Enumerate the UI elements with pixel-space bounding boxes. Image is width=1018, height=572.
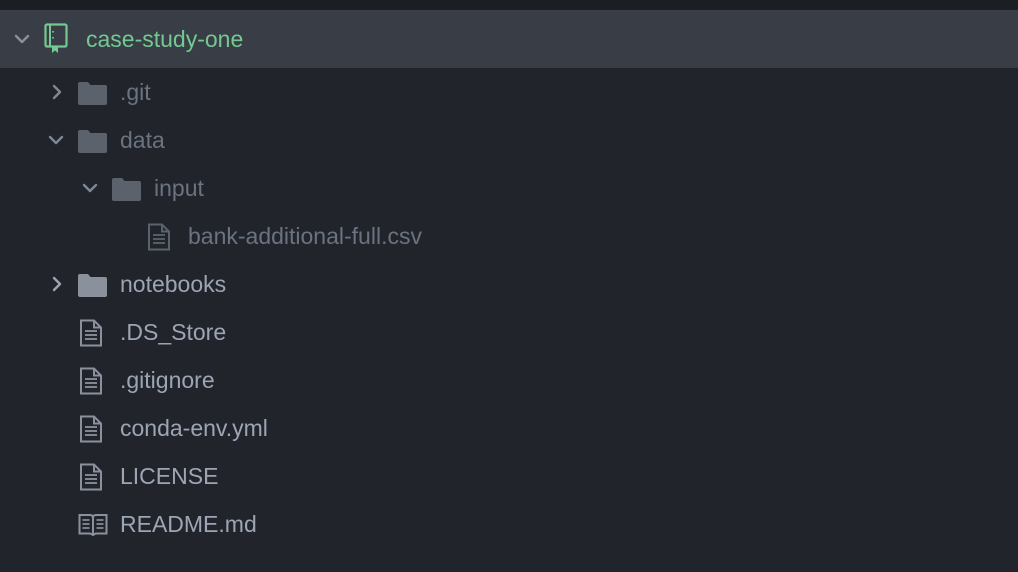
tree-item-license-file[interactable]: LICENSE (0, 452, 1018, 500)
chevron-down-icon[interactable] (47, 131, 65, 149)
book-icon (78, 513, 108, 537)
file-text-icon (147, 223, 171, 251)
tree-item-readme-file[interactable]: README.md (0, 500, 1018, 548)
file-text-icon (79, 463, 103, 491)
file-text-icon (79, 319, 103, 347)
tree-item-label: bank-additional-full.csv (188, 223, 422, 249)
tree-item-ds-store-file[interactable]: .DS_Store (0, 308, 1018, 356)
file-tree-panel: case-study-one .git data input bank-addi… (0, 0, 1018, 572)
tree-item-conda-env-file[interactable]: conda-env.yml (0, 404, 1018, 452)
chevron-right-icon[interactable] (48, 83, 66, 101)
folder-icon (78, 129, 107, 153)
tree-item-label: data (120, 127, 165, 153)
tree-item-csv-file[interactable]: bank-additional-full.csv (0, 212, 1018, 260)
tree-item-gitignore-file[interactable]: .gitignore (0, 356, 1018, 404)
panel-top-border (0, 0, 1018, 10)
file-text-icon (79, 367, 103, 395)
folder-icon (78, 273, 107, 297)
tree-item-label: .gitignore (120, 367, 215, 393)
tree-item-label: notebooks (120, 271, 227, 297)
tree-item-project-root[interactable]: case-study-one (0, 10, 1018, 68)
repo-book-icon (44, 23, 68, 55)
tree-item-label: README.md (120, 511, 257, 537)
chevron-down-icon[interactable] (81, 179, 99, 197)
folder-icon (78, 81, 107, 105)
tree-item-label: .git (120, 79, 151, 105)
tree-item-input-folder[interactable]: input (0, 164, 1018, 212)
tree-item-label: LICENSE (120, 463, 219, 489)
tree-item-notebooks-folder[interactable]: notebooks (0, 260, 1018, 308)
file-text-icon (79, 415, 103, 443)
tree-item-git-folder[interactable]: .git (0, 68, 1018, 116)
tree-item-label: conda-env.yml (120, 415, 268, 441)
chevron-down-icon[interactable] (13, 30, 31, 48)
tree-item-label: input (154, 175, 204, 201)
chevron-right-icon[interactable] (48, 275, 66, 293)
folder-icon (112, 177, 141, 201)
tree-item-data-folder[interactable]: data (0, 116, 1018, 164)
project-name: case-study-one (86, 26, 244, 52)
tree-item-label: .DS_Store (120, 319, 227, 345)
